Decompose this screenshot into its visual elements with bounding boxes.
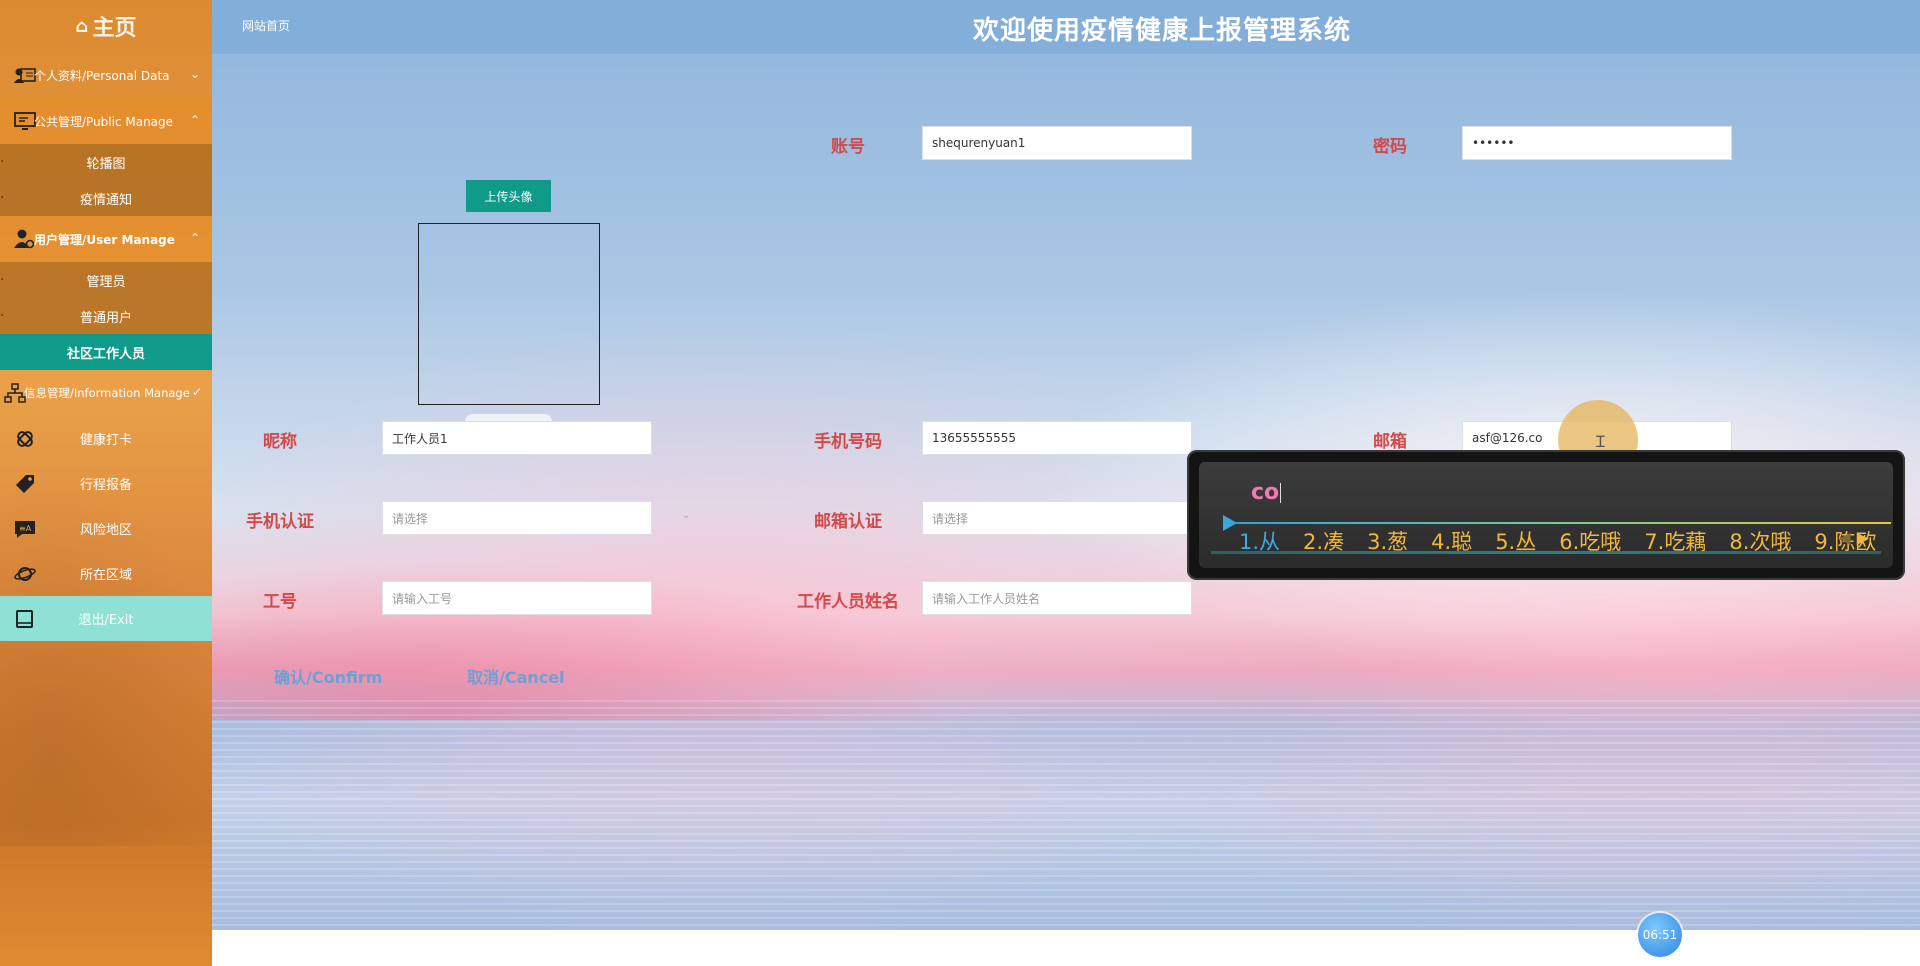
triangle-right-icon[interactable]: ▶ (1857, 528, 1869, 547)
home-label: 主页 (92, 16, 137, 41)
home-icon: ⌂ (75, 15, 89, 37)
cancel-button[interactable]: 取消/Cancel (467, 664, 565, 688)
nickname-field[interactable]: 工作人员1 (382, 421, 652, 455)
ime-panel: co 1.从 2.凑 3.葱 4.聪 5.丛 6.吃哦 7.吃藕 8.次哦 9.… (1199, 462, 1893, 568)
sidebar-item-region[interactable]: 所在区域 (0, 551, 212, 596)
triangle-left-icon[interactable]: ◀ (1838, 528, 1850, 547)
menu-group-information-manage[interactable]: 信息管理/Information Manage ✓ (0, 370, 212, 416)
phone-field[interactable]: 13655555555 (922, 421, 1192, 455)
upload-avatar-button[interactable]: 上传头像 (466, 180, 551, 212)
phone-label: 手机号码 (814, 432, 882, 452)
sidebar-item-label: 所在区域 (79, 568, 132, 583)
sidebar-item-label: 风险地区 (79, 523, 132, 538)
confirm-button[interactable]: 确认/Confirm (274, 664, 382, 688)
ime-divider (1229, 522, 1891, 524)
email-verify-select[interactable]: 请选择 (922, 501, 1192, 535)
nickname-label: 昵称 (263, 432, 297, 452)
menu-group-label: 信息管理/Information Manage (24, 386, 190, 400)
sidebar-home-link[interactable]: ⌂ 主页 (0, 0, 212, 52)
sidebar-item-exit[interactable]: 退出/Exit (0, 596, 212, 641)
chevron-down-icon: ⌄ (189, 67, 200, 81)
menu-group-label: 用户管理/User Manage (34, 232, 175, 247)
account-field[interactable]: shequrenyuan1 (922, 126, 1192, 160)
menu-group-label: 公共管理/Public Manage (34, 114, 174, 129)
job-no-label: 工号 (263, 592, 297, 612)
sidebar-item-risk-area[interactable]: ≡A 风险地区 (0, 506, 212, 551)
sidebar: ⌂ 主页 个人资料/Personal Data ⌄ 公共管理/Public Ma… (0, 0, 212, 966)
chevron-down-icon: ✓ (191, 385, 202, 399)
avatar-preview (418, 223, 600, 405)
password-label: 密码 (1373, 137, 1407, 157)
ime-composition: co (1251, 480, 1282, 505)
text-cursor-icon: Ɪ (1596, 432, 1605, 451)
sidebar-item-epidemic-notice[interactable]: 疫情通知 (0, 180, 212, 216)
sidebar-item-carousel[interactable]: 轮播图 (0, 144, 212, 180)
sidebar-item-label: 健康打卡 (79, 433, 132, 448)
chevron-down-icon: ⌄ (682, 510, 691, 521)
chevron-up-icon: ⌃ (189, 113, 200, 127)
submenu-public-manage: 轮播图 疫情通知 (0, 144, 212, 216)
menu-group-public-manage[interactable]: 公共管理/Public Manage ⌃ (0, 98, 212, 144)
chevron-up-icon: ⌃ (189, 231, 200, 245)
phone-verify-label: 手机认证 (246, 512, 314, 532)
page-title: 欢迎使用疫情健康上报管理系统 (972, 16, 1351, 46)
staff-name-field[interactable]: 请输入工作人员姓名 (922, 581, 1192, 615)
password-field[interactable]: •••••• (1462, 126, 1732, 160)
email-verify-label: 邮箱认证 (814, 512, 882, 532)
account-label: 账号 (831, 137, 865, 157)
clock-badge: 06:51 (1638, 913, 1682, 957)
sidebar-item-trip-report[interactable]: 行程报备 (0, 461, 212, 506)
email-label: 邮箱 (1373, 432, 1407, 452)
menu-group-personal-data[interactable]: 个人资料/Personal Data ⌄ (0, 52, 212, 98)
staff-name-label: 工作人员姓名 (797, 592, 899, 612)
scrollbar[interactable] (1914, 54, 1920, 930)
ime-bottom-bar (1211, 551, 1881, 554)
job-no-field[interactable]: 请输入工号 (382, 581, 652, 615)
sidebar-item-label: 行程报备 (79, 478, 132, 493)
sidebar-item-admin[interactable]: 管理员 (0, 262, 212, 298)
sidebar-item-label: 退出/Exit (78, 613, 134, 628)
menu-group-user-manage[interactable]: 用户管理/User Manage ⌃ (0, 216, 212, 262)
ime-candidate-window: co 1.从 2.凑 3.葱 4.聪 5.丛 6.吃哦 7.吃藕 8.次哦 9.… (1187, 450, 1905, 580)
sidebar-item-normal-user[interactable]: 普通用户 (0, 298, 212, 334)
menu-group-label: 个人资料/Personal Data (34, 68, 170, 83)
phone-verify-select[interactable]: 请选择 (382, 501, 652, 535)
ime-page-nav: ◀ ▶ (1838, 528, 1869, 547)
sidebar-item-community-worker[interactable]: 社区工作人员 (0, 334, 212, 370)
submenu-user-manage: 管理员 普通用户 社区工作人员 (0, 262, 212, 370)
sidebar-item-health-checkin[interactable]: 健康打卡 (0, 416, 212, 461)
